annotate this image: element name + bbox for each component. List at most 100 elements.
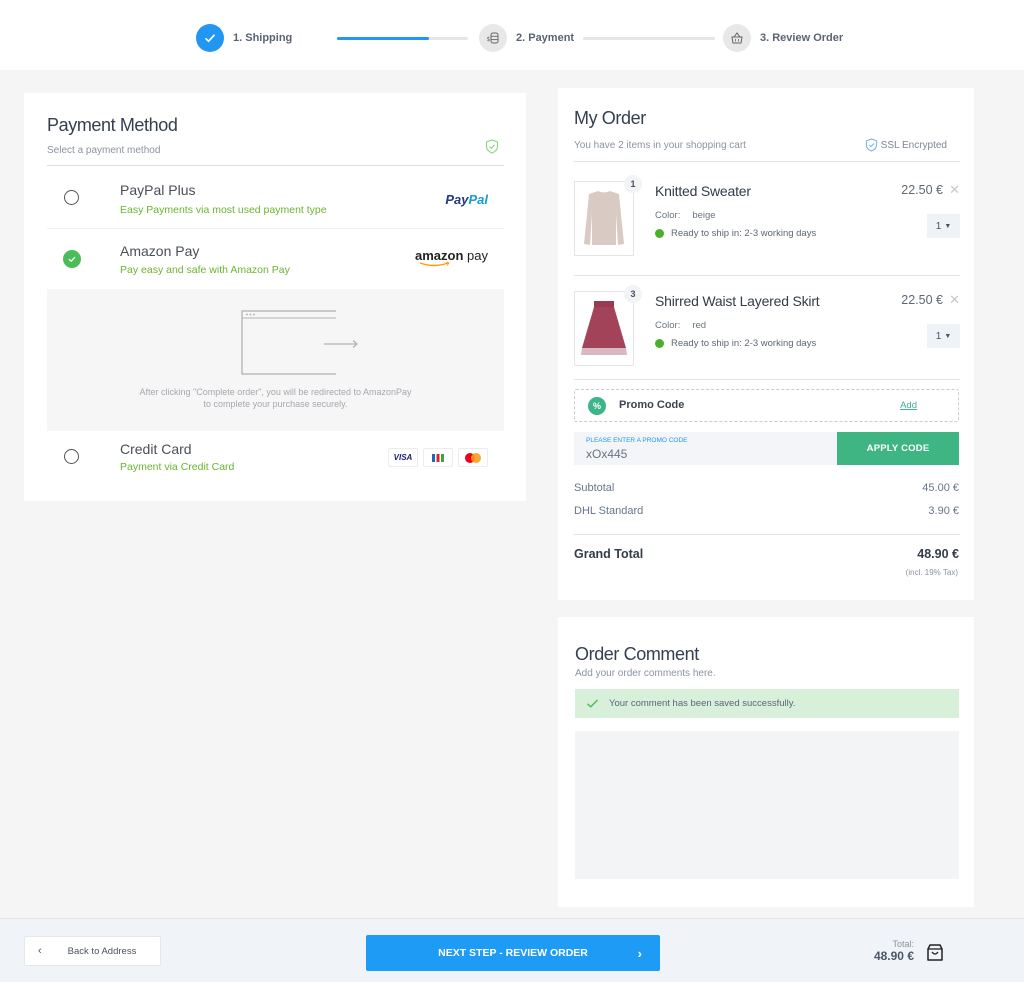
radio-credit-card[interactable]: [64, 449, 79, 464]
step-progress-1: [337, 37, 468, 40]
status-dot: [655, 229, 664, 238]
amazon-pay-logo: amazon pay: [415, 248, 488, 267]
svg-text:$: $: [487, 36, 491, 43]
divider: [574, 161, 960, 162]
apply-code-button[interactable]: APPLY CODE: [837, 432, 959, 465]
step-review[interactable]: 3. Review Order: [723, 24, 843, 52]
my-order-card: My Order You have 2 items in your shoppi…: [558, 88, 974, 600]
check-icon: [68, 256, 76, 263]
coins-icon: $: [479, 24, 507, 52]
grand-total-row: Grand Total 48.90 €: [574, 547, 959, 561]
product-image-skirt: [574, 291, 634, 366]
step-label: 1. Shipping: [233, 32, 293, 44]
item-color: Color: beige: [655, 210, 716, 221]
card-logos: VISA: [388, 448, 488, 467]
chevron-right-icon: ›: [637, 945, 642, 961]
cart-item: 1 Knitted Sweater Color: beige Ready to s…: [574, 175, 960, 261]
promo-code-box: % Promo Code Add: [574, 389, 959, 422]
check-icon: [587, 699, 598, 708]
checkout-stepper: 1. Shipping $ 2. Payment 3. Review Order: [0, 0, 1024, 70]
amazon-pay-redirect-info: After clicking "Complete order", you wil…: [47, 289, 504, 431]
option-description: Easy Payments via most used payment type: [120, 204, 327, 216]
ssl-badge: SSL Encrypted: [865, 138, 947, 152]
next-step-button[interactable]: NEXT STEP - REVIEW ORDER ›: [366, 935, 660, 971]
step-progress-fill: [337, 37, 429, 40]
cart-item: 3 Shirred Waist Layered Skirt Color: red …: [574, 285, 960, 371]
shipping-row: DHL Standard 3.90 €: [574, 505, 959, 517]
subtotal-value: 45.00 €: [922, 482, 959, 494]
step-shipping[interactable]: 1. Shipping: [196, 24, 292, 52]
success-alert: Your comment has been saved successfully…: [575, 689, 959, 718]
shipping-value: 3.90 €: [928, 505, 959, 517]
basket-icon: [723, 24, 751, 52]
payment-option-amazon-pay[interactable]: Amazon Pay Pay easy and safe with Amazon…: [47, 229, 504, 289]
promo-code-input[interactable]: [586, 447, 826, 461]
comment-title: Order Comment: [575, 644, 699, 664]
paypal-logo: PayPal: [445, 192, 488, 207]
total-value: 48.90 €: [873, 949, 914, 963]
checkout-footer: ‹ Back to Address NEXT STEP - REVIEW ORD…: [0, 918, 1024, 982]
back-to-address-button[interactable]: ‹ Back to Address: [24, 936, 161, 966]
promo-code-field[interactable]: PLEASE ENTER A PROMO CODE: [574, 432, 837, 465]
order-comment-card: Order Comment Add your order comments he…: [558, 617, 974, 907]
chevron-left-icon: ‹: [38, 945, 42, 957]
grand-total-value: 48.90 €: [917, 547, 959, 561]
total-label: Total:: [892, 939, 914, 949]
step-payment[interactable]: $ 2. Payment: [479, 24, 574, 52]
option-name: Credit Card: [120, 441, 192, 457]
promo-label: Promo Code: [619, 399, 685, 411]
shopping-bag-icon[interactable]: [926, 943, 944, 962]
radio-amazon-pay-checked[interactable]: [63, 250, 81, 268]
comment-textarea[interactable]: [575, 731, 959, 879]
option-name: PayPal Plus: [120, 182, 196, 198]
divider: [574, 534, 960, 535]
visa-logo: VISA: [388, 448, 418, 467]
option-description: Pay easy and safe with Amazon Pay: [120, 264, 290, 276]
payment-subtitle: Select a payment method: [47, 145, 161, 156]
quantity-badge: 3: [624, 285, 642, 303]
subtotal-label: Subtotal: [574, 482, 615, 494]
jcb-logo: [423, 448, 453, 467]
radio-paypal[interactable]: [64, 190, 79, 205]
caret-down-icon: ▼: [944, 332, 952, 340]
tax-note: (incl. 19% Tax): [905, 568, 958, 577]
quantity-select[interactable]: 1 ▼: [927, 324, 960, 348]
item-price: 22.50 €: [901, 293, 943, 307]
subtotal-row: Subtotal 45.00 €: [574, 482, 959, 494]
percent-icon: %: [588, 397, 606, 415]
item-name: Knitted Sweater: [655, 183, 751, 199]
item-shipping-status: Ready to ship in: 2-3 working days: [655, 338, 816, 349]
amazon-smile-icon: [419, 262, 450, 267]
remove-item-icon[interactable]: ✕: [949, 292, 960, 308]
divider: [574, 275, 960, 276]
item-shipping-status: Ready to ship in: 2-3 working days: [655, 228, 816, 239]
option-name: Amazon Pay: [120, 243, 200, 259]
payment-option-credit-card[interactable]: Credit Card Payment via Credit Card VISA: [47, 431, 504, 491]
step-progress-2: [583, 37, 715, 40]
item-price: 22.50 €: [901, 183, 943, 197]
divider: [574, 379, 960, 380]
step-label: 3. Review Order: [760, 32, 844, 44]
order-title: My Order: [574, 108, 646, 128]
shipping-label: DHL Standard: [574, 505, 644, 517]
order-subtitle: You have 2 items in your shopping cart: [574, 140, 746, 151]
step-label: 2. Payment: [516, 32, 575, 44]
comment-subtitle: Add your order comments here.: [575, 668, 716, 679]
item-color: Color: red: [655, 320, 707, 331]
mastercard-logo: [458, 448, 488, 467]
payment-method-card: Payment Method Select a payment method P…: [24, 93, 526, 501]
check-icon: [196, 24, 224, 52]
caret-down-icon: ▼: [944, 222, 952, 230]
product-image-sweater: [574, 181, 634, 256]
shield-check-icon: [485, 139, 499, 154]
status-dot: [655, 339, 664, 348]
success-message: Your comment has been saved successfully…: [609, 698, 796, 709]
quantity-badge: 1: [624, 175, 642, 193]
footer-total: Total: 48.90 €: [874, 939, 914, 963]
remove-item-icon[interactable]: ✕: [949, 182, 960, 198]
payment-option-paypal[interactable]: PayPal Plus Easy Payments via most used …: [47, 166, 504, 229]
promo-input-label: PLEASE ENTER A PROMO CODE: [586, 437, 688, 444]
item-name: Shirred Waist Layered Skirt: [655, 293, 820, 309]
quantity-select[interactable]: 1 ▼: [927, 214, 960, 238]
promo-add-link[interactable]: Add: [900, 400, 917, 411]
